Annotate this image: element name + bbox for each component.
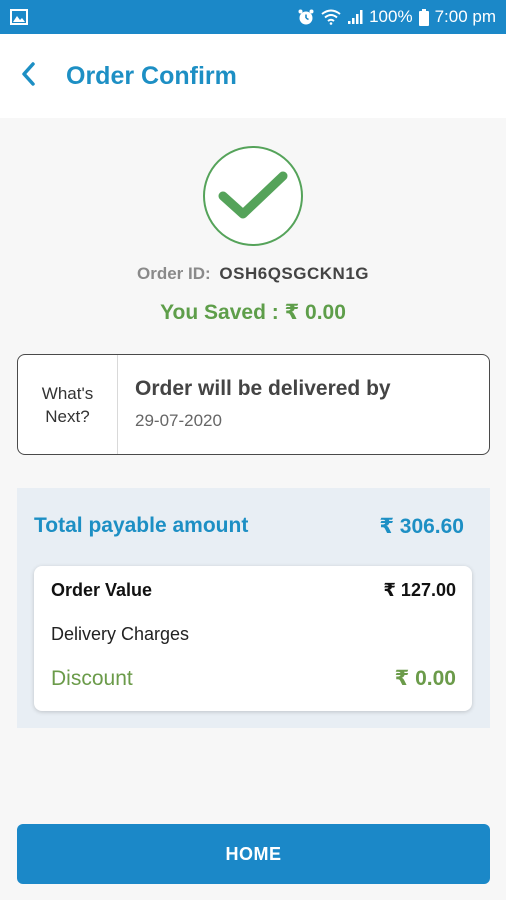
order-value-row: Order Value ₹ 127.00 (51, 580, 456, 601)
alarm-icon (297, 8, 315, 26)
wifi-icon (321, 9, 341, 25)
whats-next-label-line1: What's (41, 383, 94, 403)
whats-next-label: What's Next? (18, 355, 118, 454)
app-header: Order Confirm (0, 34, 506, 118)
success-check-icon (203, 146, 303, 246)
delivery-charges-label: Delivery Charges (51, 624, 190, 644)
home-button[interactable]: HOME (17, 824, 490, 884)
order-id-row: Order ID: OSH6QSGCKN1G (0, 264, 506, 284)
order-id-label: Order ID: (136, 264, 211, 283)
discount-label: Discount (51, 666, 133, 690)
delivery-charges-row: Delivery Charges (51, 624, 456, 645)
signal-icon (347, 9, 363, 25)
status-bar: 100% 7:00 pm (0, 0, 506, 34)
whats-next-label-line2: Next? (45, 406, 90, 426)
delivery-title: Order will be delivered by (135, 377, 391, 400)
order-value-label: Order Value (51, 580, 153, 600)
clock: 7:00 pm (434, 7, 496, 26)
back-button[interactable] (6, 53, 52, 99)
total-payable-label: Total payable amount (34, 514, 249, 537)
image-icon (10, 9, 28, 25)
total-payable-value: ₹ 306.60 (379, 515, 464, 538)
saved-amount: You Saved : ₹ 0.00 (160, 301, 346, 324)
battery-icon (418, 8, 429, 26)
order-value-amount: ₹ 127.00 (383, 580, 456, 600)
discount-row: Discount ₹ 0.00 (51, 666, 456, 691)
main-content: Order ID: OSH6QSGCKN1G You Saved : ₹ 0.0… (0, 118, 506, 900)
battery-percent: 100% (369, 7, 413, 26)
delivery-info: Order will be delivered by 29-07-2020 (118, 355, 391, 454)
total-payable-row: Total payable amount ₹ 306.60 (34, 514, 464, 539)
bill-details-card: Order Value ₹ 127.00 Delivery Charges Di… (34, 566, 472, 711)
discount-amount: ₹ 0.00 (394, 667, 456, 690)
payment-summary: Total payable amount ₹ 306.60 Order Valu… (17, 488, 490, 728)
page-title: Order Confirm (66, 61, 237, 90)
chevron-left-icon (20, 61, 38, 92)
whats-next-card: What's Next? Order will be delivered by … (17, 354, 490, 455)
order-id-value: OSH6QSGCKN1G (219, 264, 369, 283)
delivery-date: 29-07-2020 (135, 411, 222, 430)
